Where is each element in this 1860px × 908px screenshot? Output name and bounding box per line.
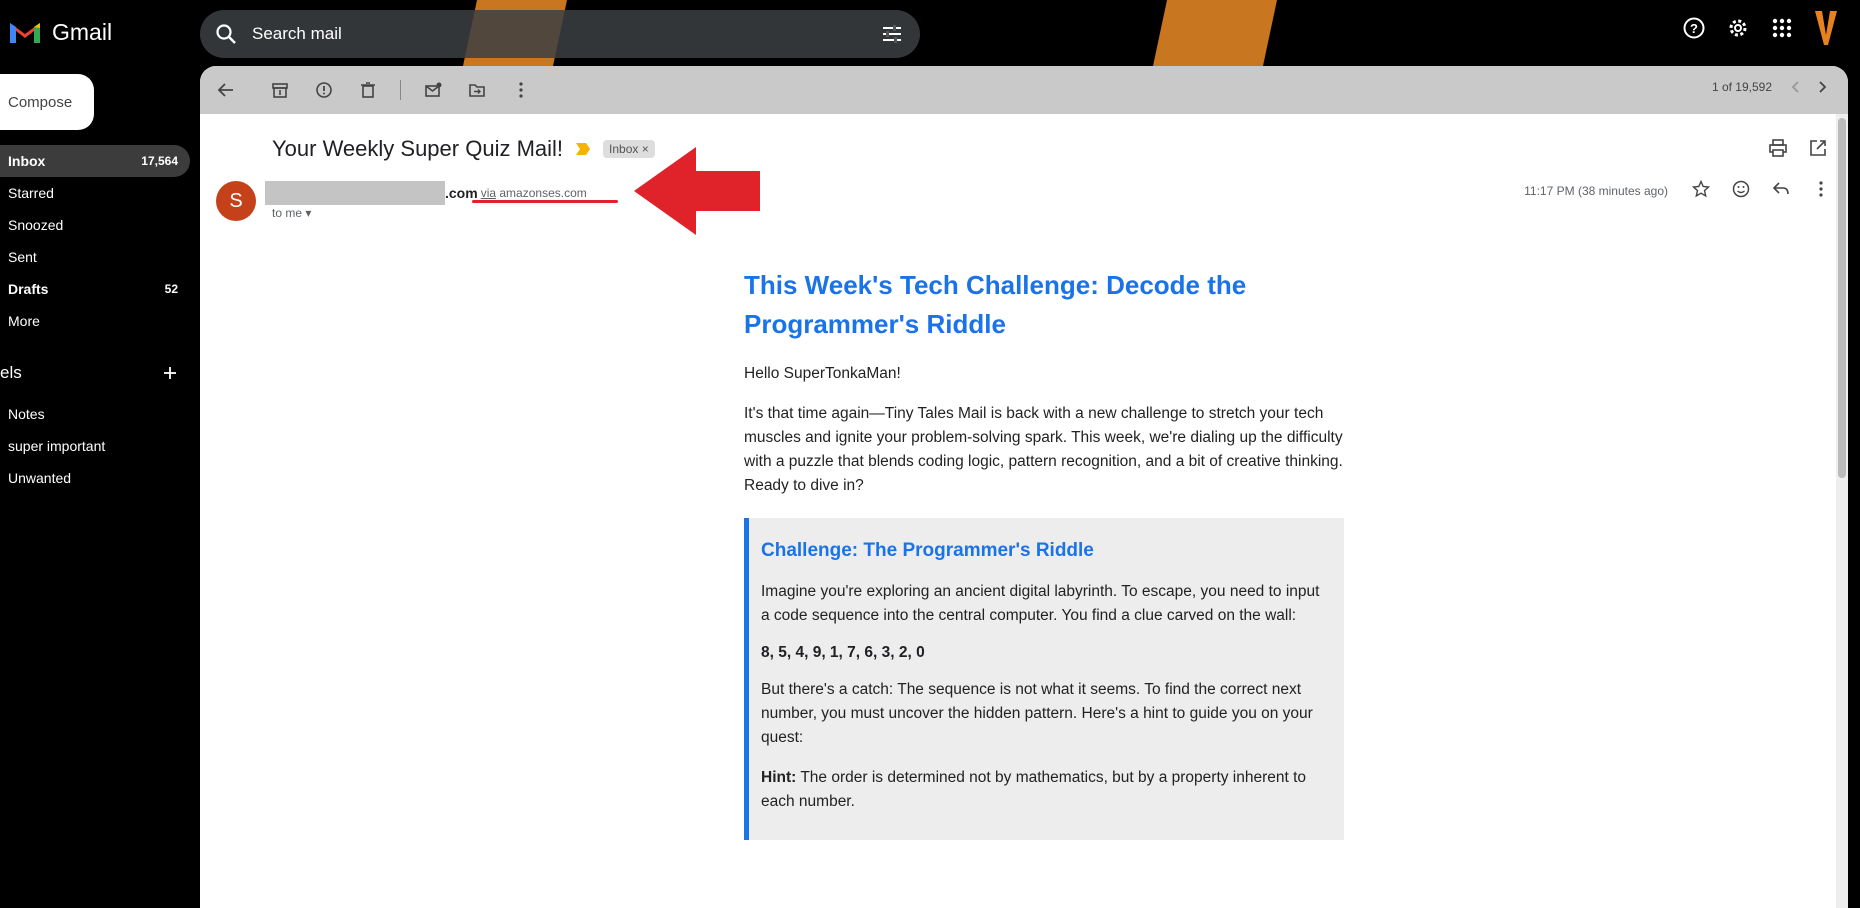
via-domain: amazonses.com — [499, 186, 587, 200]
sidebar-item-label-unwanted[interactable]: Unwanted — [0, 462, 190, 494]
sidebar-item-label: Inbox — [8, 153, 46, 169]
svg-text:?: ? — [1690, 21, 1698, 36]
move-to-folder-icon — [469, 84, 485, 97]
sidebar-item-label: More — [8, 313, 40, 329]
hint-paragraph: Hint: The order is determined not by mat… — [761, 766, 1332, 814]
emoji-reaction-icon[interactable] — [1730, 178, 1752, 200]
compose-button[interactable]: Compose — [0, 74, 94, 130]
star-icon[interactable] — [1690, 178, 1712, 200]
labels-list: Notes super important Unwanted — [0, 398, 190, 494]
email-heading: This Week's Tech Challenge: Decode the P… — [744, 270, 1247, 339]
sender-avatar[interactable]: S — [216, 181, 256, 221]
sidebar-item-sent[interactable]: Sent — [0, 241, 190, 273]
pager-text: 1 of 19,592 — [1711, 80, 1772, 94]
more-vertical-icon[interactable] — [1810, 178, 1832, 200]
gmail-logo-text: Gmail — [52, 18, 113, 45]
sidebar-item-more[interactable]: More — [0, 305, 190, 337]
number-sequence: 8, 5, 4, 9, 1, 7, 6, 3, 2, 0 — [761, 644, 925, 661]
report-spam-button[interactable] — [306, 72, 342, 108]
sidebar-item-label: Unwanted — [8, 470, 72, 486]
back-button[interactable] — [208, 72, 244, 108]
search-input[interactable] — [252, 24, 852, 44]
challenge-paragraph-2: But there's a catch: The sequence is not… — [761, 681, 1313, 746]
delete-button[interactable] — [350, 72, 386, 108]
reply-icon[interactable] — [1770, 178, 1792, 200]
sidebar-item-label: Sent — [8, 249, 37, 265]
gmail-logo[interactable]: Gmail — [8, 18, 112, 46]
red-underline-annotation — [472, 200, 618, 203]
help-icon[interactable]: ? — [1680, 14, 1708, 42]
trash-icon — [361, 82, 375, 98]
greeting: Hello SuperTonkaMan! — [744, 365, 901, 382]
sidebar-item-label: Drafts — [8, 281, 49, 297]
labels-heading: els — [0, 363, 190, 383]
to-line: to me — [272, 206, 303, 220]
important-marker-icon[interactable] — [575, 142, 591, 156]
email-subject: Your Weekly Super Quiz Mail! — [272, 136, 564, 161]
message-actions — [1690, 178, 1832, 200]
recipient-details-toggle[interactable]: to me ▾ — [272, 206, 311, 220]
top-right-actions: ? — [1680, 11, 1840, 45]
more-vertical-icon — [519, 82, 523, 98]
report-spam-icon — [316, 82, 332, 98]
hint-text: The order is determined not by mathemati… — [761, 769, 1307, 810]
redacted-sender-name — [265, 181, 445, 205]
intro-paragraph: It's that time again—Tiny Tales Mail is … — [744, 405, 1343, 494]
email-timestamp: 11:17 PM (38 minutes ago) — [1524, 184, 1668, 198]
search-options-icon[interactable] — [880, 22, 904, 46]
labels-heading-text: els — [0, 363, 22, 382]
email-body: This Week's Tech Challenge: Decode the P… — [744, 266, 1344, 840]
email-panel: 1 of 19,592 Your Weekly Super Quiz Mail!… — [200, 66, 1848, 908]
sidebar-item-label-notes[interactable]: Notes — [0, 398, 190, 430]
sidebar-item-label-super-important[interactable]: super important — [0, 430, 190, 462]
challenge-box: Challenge: The Programmer's Riddle Imagi… — [744, 518, 1344, 840]
chevron-right-icon[interactable] — [1818, 80, 1828, 94]
challenge-title: Challenge: The Programmer's Riddle — [761, 540, 1094, 561]
archive-icon — [272, 83, 288, 98]
sidebar-item-starred[interactable]: Starred — [0, 177, 190, 209]
open-in-new-window-icon[interactable] — [1808, 138, 1828, 158]
pager: 1 of 19,592 — [1712, 80, 1828, 94]
toolbar-divider — [400, 80, 401, 100]
mark-unread-icon — [425, 82, 442, 97]
archive-button[interactable] — [262, 72, 298, 108]
settings-gear-icon[interactable] — [1724, 14, 1752, 42]
apps-grid-icon[interactable] — [1768, 14, 1796, 42]
via-text: via amazonses.com — [481, 186, 587, 200]
top-bar: Gmail ? — [0, 0, 1860, 66]
sidebar-item-label: Starred — [8, 185, 54, 201]
sidebar-item-count: 52 — [164, 282, 178, 296]
account-avatar[interactable] — [1812, 11, 1840, 45]
sidebar-item-drafts[interactable]: Drafts 52 — [0, 273, 190, 305]
account-logo-icon — [1815, 11, 1837, 45]
email-toolbar: 1 of 19,592 — [200, 66, 1848, 114]
subject-actions — [1768, 138, 1828, 158]
arrow-left-icon — [217, 83, 233, 97]
via-word[interactable]: via — [481, 186, 496, 200]
sidebar-nav: Inbox 17,564 Starred Snoozed Sent Drafts… — [0, 145, 190, 337]
more-actions-button[interactable] — [503, 72, 539, 108]
sender-domain-suffix: .com — [445, 185, 478, 201]
sidebar-item-label: Notes — [8, 406, 45, 422]
hint-label: Hint: — [761, 769, 797, 786]
mark-unread-button[interactable] — [415, 72, 451, 108]
red-arrow-annotation-icon — [634, 147, 760, 235]
email-subject-row: Your Weekly Super Quiz Mail! Inbox × — [272, 136, 655, 162]
search-icon[interactable] — [214, 22, 238, 46]
move-to-button[interactable] — [459, 72, 495, 108]
sidebar-item-count: 17,564 — [141, 154, 178, 168]
scrollbar-thumb[interactable] — [1838, 118, 1846, 478]
search-bar[interactable] — [200, 10, 920, 58]
add-label-plus-icon[interactable] — [162, 365, 178, 381]
sidebar-item-label: super important — [8, 438, 106, 454]
chevron-left-icon[interactable] — [1790, 80, 1800, 94]
challenge-paragraph-1: Imagine you're exploring an ancient digi… — [761, 583, 1320, 624]
sidebar-item-label: Snoozed — [8, 217, 64, 233]
sidebar-item-inbox[interactable]: Inbox 17,564 — [0, 145, 190, 177]
print-icon[interactable] — [1768, 138, 1788, 158]
sidebar-item-snoozed[interactable]: Snoozed — [0, 209, 190, 241]
gmail-logo-icon — [10, 23, 40, 43]
